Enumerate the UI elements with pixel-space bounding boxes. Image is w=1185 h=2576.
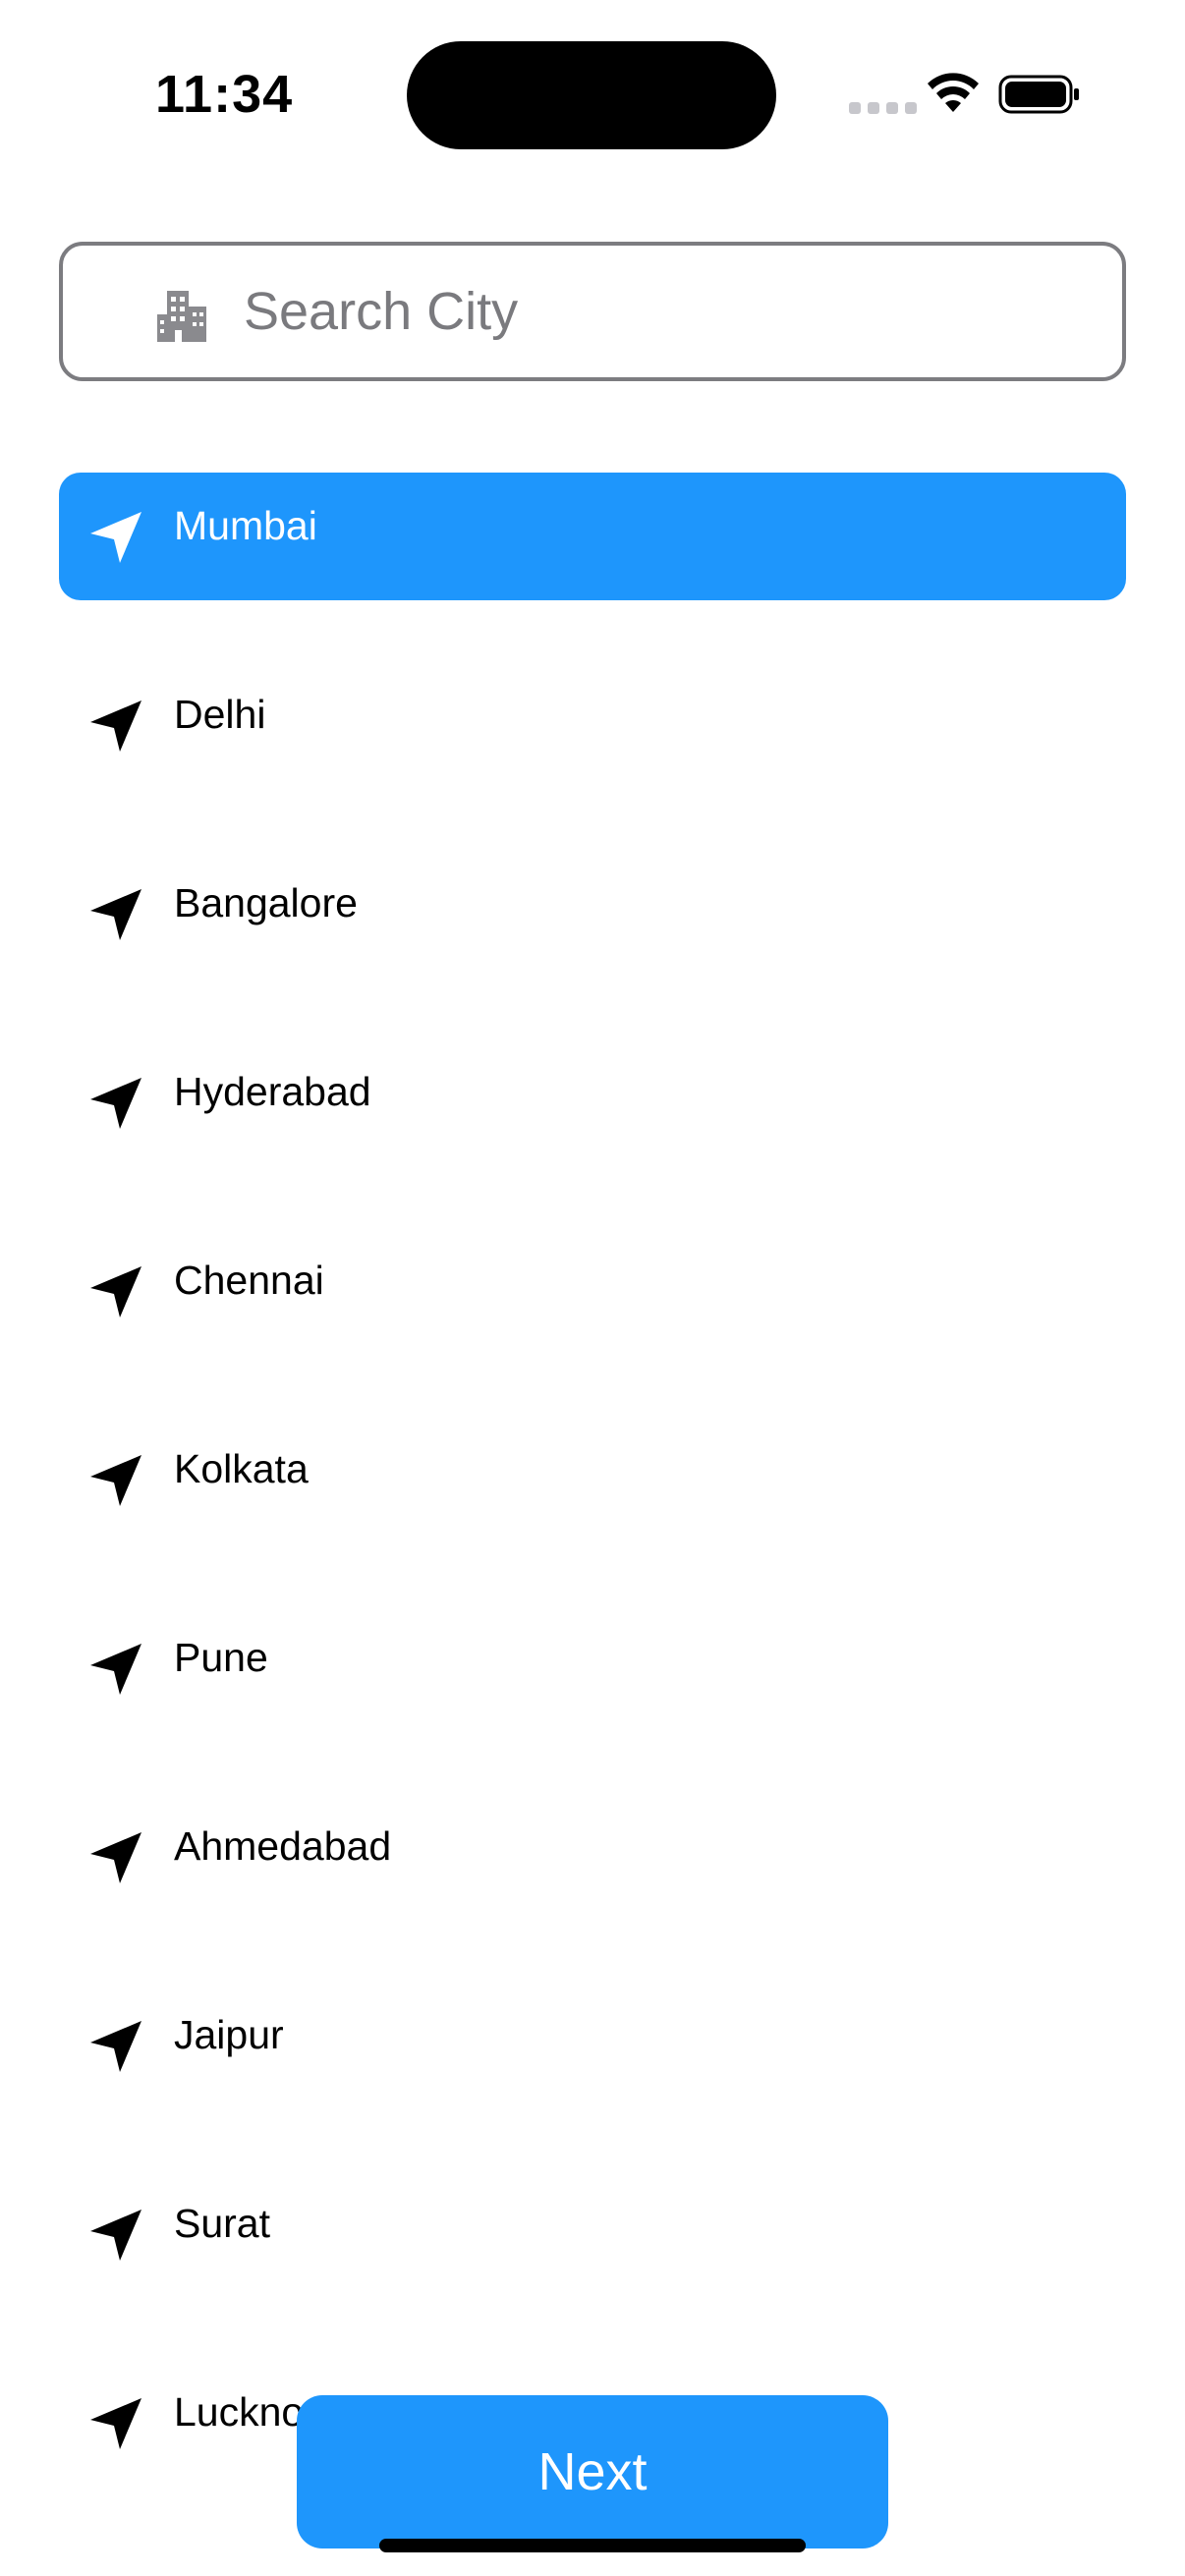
battery-icon bbox=[998, 75, 1079, 114]
next-button[interactable]: Next bbox=[297, 2395, 888, 2548]
location-arrow-icon bbox=[86, 508, 145, 567]
search-city-box[interactable] bbox=[59, 242, 1126, 381]
city-row-pune[interactable]: Pune bbox=[59, 1604, 1126, 1732]
location-arrow-icon bbox=[86, 1828, 145, 1887]
city-list: Mumbai Delhi Bangalore Hyderabad Chennai Kolk… bbox=[59, 473, 1126, 2548]
location-arrow-icon bbox=[86, 1074, 145, 1133]
wifi-icon bbox=[928, 73, 979, 112]
city-name: Delhi bbox=[174, 692, 266, 737]
location-arrow-icon bbox=[86, 1640, 145, 1699]
city-row-delhi[interactable]: Delhi bbox=[59, 661, 1126, 789]
city-name: Ahmedabad bbox=[174, 1823, 392, 1869]
home-indicator bbox=[379, 2539, 806, 2552]
city-row-chennai[interactable]: Chennai bbox=[59, 1227, 1126, 1355]
city-name: Bangalore bbox=[174, 880, 358, 925]
location-arrow-icon bbox=[86, 2394, 145, 2453]
location-arrow-icon bbox=[86, 697, 145, 756]
city-row-bangalore[interactable]: Bangalore bbox=[59, 850, 1126, 978]
dynamic-island bbox=[407, 41, 776, 149]
location-arrow-icon bbox=[86, 2017, 145, 2076]
location-arrow-icon bbox=[86, 1262, 145, 1321]
building-icon bbox=[157, 291, 206, 342]
status-time: 11:34 bbox=[155, 65, 294, 124]
city-row-hyderabad[interactable]: Hyderabad bbox=[59, 1038, 1126, 1166]
city-name: Mumbai bbox=[174, 503, 317, 548]
city-row-mumbai[interactable]: Mumbai bbox=[59, 473, 1126, 600]
location-arrow-icon bbox=[86, 1451, 145, 1510]
city-row-jaipur[interactable]: Jaipur bbox=[59, 1982, 1126, 2109]
city-name: Hyderabad bbox=[174, 1069, 371, 1114]
city-row-surat[interactable]: Surat bbox=[59, 2170, 1126, 2298]
city-name: Surat bbox=[174, 2201, 270, 2246]
search-input[interactable] bbox=[244, 269, 1089, 354]
location-arrow-icon bbox=[86, 2206, 145, 2265]
city-name: Kolkata bbox=[174, 1446, 309, 1491]
cellular-signal-icon bbox=[849, 102, 917, 114]
city-name: Chennai bbox=[174, 1258, 324, 1303]
city-name: Jaipur bbox=[174, 2012, 284, 2057]
city-name: Pune bbox=[174, 1635, 268, 1680]
city-row-ahmedabad[interactable]: Ahmedabad bbox=[59, 1793, 1126, 1921]
city-row-kolkata[interactable]: Kolkata bbox=[59, 1416, 1126, 1543]
location-arrow-icon bbox=[86, 885, 145, 944]
